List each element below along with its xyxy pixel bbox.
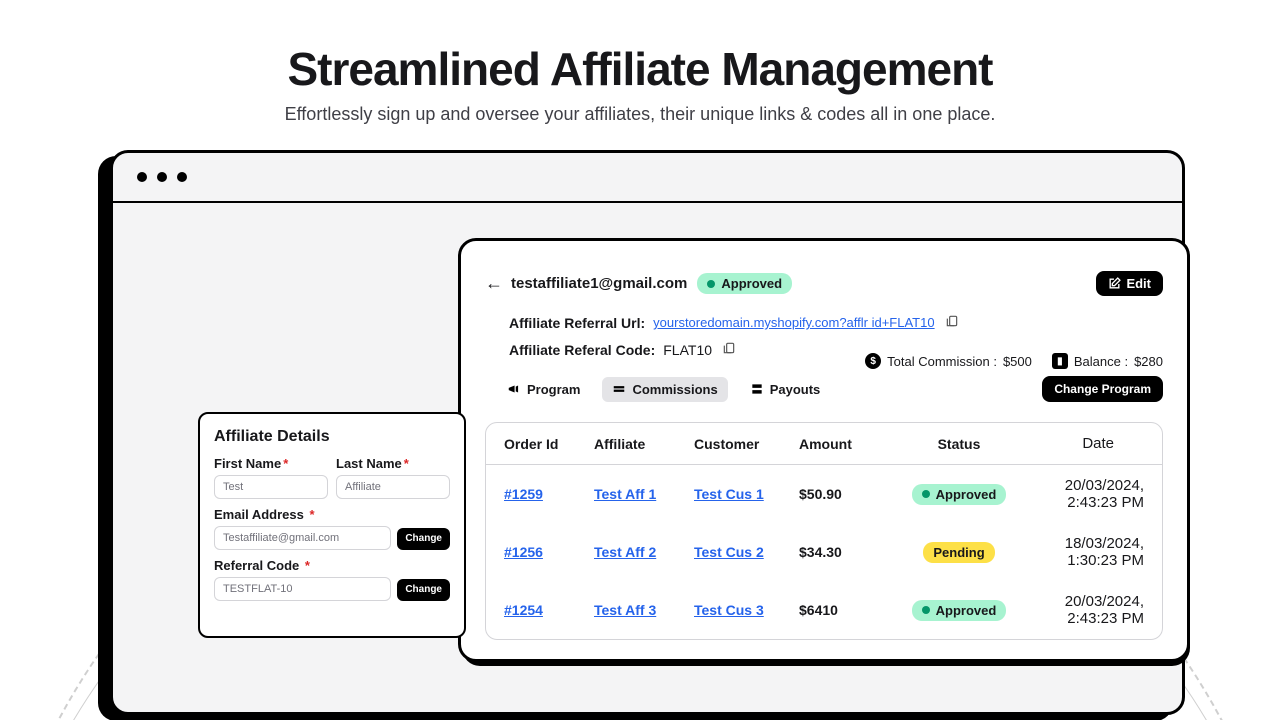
edit-icon [1108,277,1121,290]
date-cell: 20/03/2024, 2:43:23 PM [1019,593,1144,627]
th-customer: Customer [694,436,799,452]
affiliate-email: testaffiliate1@gmail.com [511,275,687,292]
last-name-label: Last Name* [336,456,450,471]
table-row: #1254Test Aff 3Test Cus 3$6410Approved20… [486,581,1162,639]
amount-cell: $6410 [799,602,899,618]
status-cell: Approved [899,484,1019,505]
hero-title: Streamlined Affiliate Management [0,42,1280,96]
balance: ▮ Balance : $280 [1052,353,1163,369]
amount-cell: $50.90 [799,486,899,502]
details-title: Affiliate Details [214,428,450,446]
referral-code-label: Referral Code * [214,558,391,573]
dollar-icon: $ [865,353,881,369]
customer-link[interactable]: Test Cus 2 [694,544,799,560]
email-label: Email Address * [214,507,391,522]
table-row: #1259Test Aff 1Test Cus 1$50.90Approved2… [486,465,1162,523]
tab-program[interactable]: Program [497,377,590,402]
tab-payouts[interactable]: Payouts [740,377,831,402]
customer-link[interactable]: Test Cus 3 [694,602,799,618]
affiliate-link[interactable]: Test Aff 1 [594,486,694,502]
change-email-button[interactable]: Change [397,528,450,550]
first-name-input[interactable] [214,475,328,499]
order-link[interactable]: #1254 [504,602,594,618]
wallet-icon: ▮ [1052,353,1068,369]
referral-code-input[interactable] [214,577,391,601]
order-link[interactable]: #1256 [504,544,594,560]
referral-url-label: Affiliate Referral Url: [509,315,645,331]
tab-commissions[interactable]: Commissions [602,377,727,402]
affiliate-link[interactable]: Test Aff 2 [594,544,694,560]
th-status: Status [899,436,1019,452]
th-date: Date [1019,435,1144,452]
payouts-icon [750,382,764,396]
referral-url-link[interactable]: yourstoredomain.myshopify.com?afflr id+F… [653,315,934,330]
change-program-button[interactable]: Change Program [1042,376,1163,402]
order-link[interactable]: #1259 [504,486,594,502]
change-referral-button[interactable]: Change [397,579,450,601]
status-cell: Pending [899,542,1019,563]
customer-link[interactable]: Test Cus 1 [694,486,799,502]
copy-code-icon[interactable] [722,341,736,358]
commissions-table: Order Id Affiliate Customer Amount Statu… [485,422,1163,640]
status-cell: Approved [899,600,1019,621]
edit-button[interactable]: Edit [1096,271,1163,296]
last-name-input[interactable] [336,475,450,499]
back-arrow-icon[interactable]: ← [485,273,503,294]
copy-url-icon[interactable] [945,314,959,331]
date-cell: 20/03/2024, 2:43:23 PM [1019,477,1144,511]
megaphone-icon [507,382,521,396]
date-cell: 18/03/2024, 1:30:23 PM [1019,535,1144,569]
referral-code-value: FLAT10 [663,342,712,358]
th-amount: Amount [799,436,899,452]
commissions-icon [612,382,626,396]
affiliate-link[interactable]: Test Aff 3 [594,602,694,618]
total-commission: $ Total Commission : $500 [865,353,1032,369]
email-input[interactable] [214,526,391,550]
th-order: Order Id [504,436,594,452]
table-row: #1256Test Aff 2Test Cus 2$34.30Pending18… [486,523,1162,581]
affiliate-card: ← testaffiliate1@gmail.com Approved Edit… [458,238,1190,662]
referral-code-label: Affiliate Referal Code: [509,342,655,358]
hero-subtitle: Effortlessly sign up and oversee your af… [0,104,1280,125]
status-badge: Approved [697,273,792,294]
affiliate-details-card: Affiliate Details First Name* Last Name*… [198,412,466,638]
first-name-label: First Name* [214,456,328,471]
th-affiliate: Affiliate [594,436,694,452]
window-traffic-lights [113,153,1182,203]
amount-cell: $34.30 [799,544,899,560]
